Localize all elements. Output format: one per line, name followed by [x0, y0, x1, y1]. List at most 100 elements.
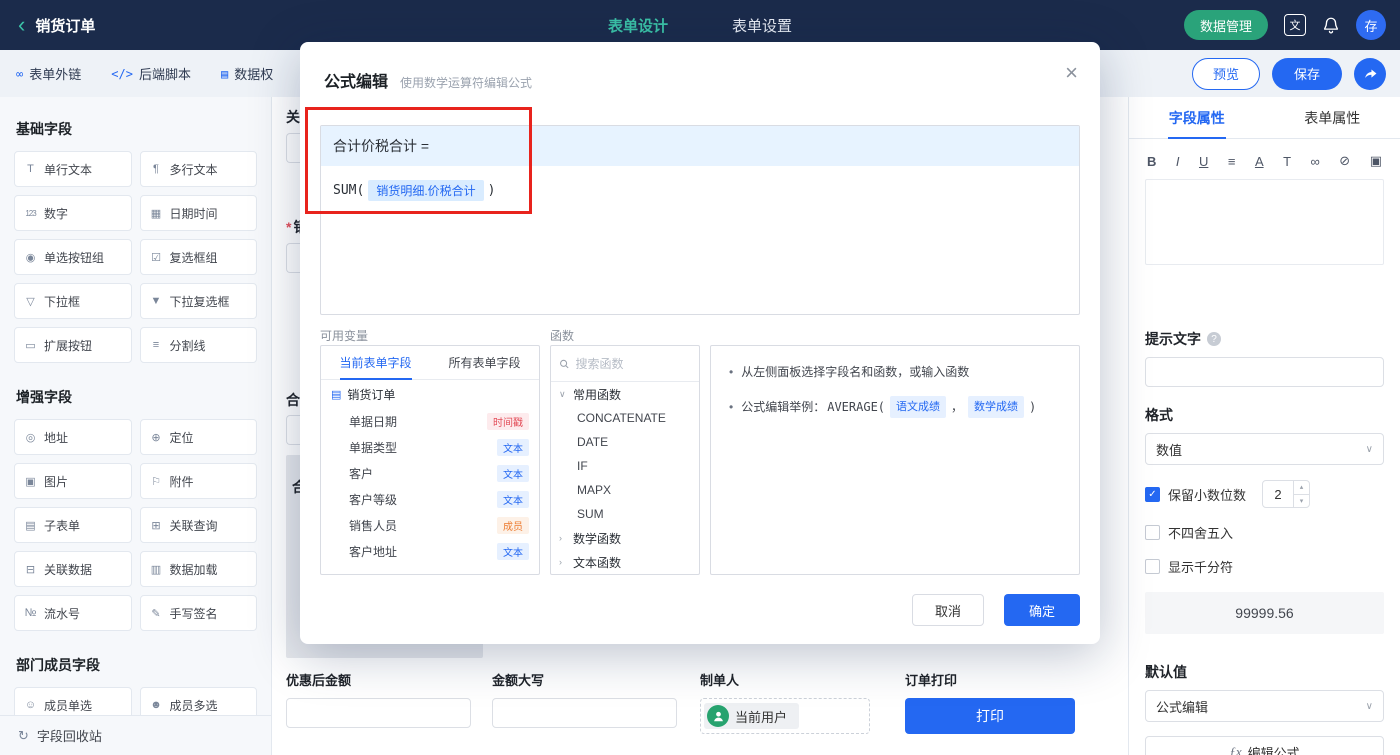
- help-icon[interactable]: ?: [1207, 332, 1221, 346]
- field-item-subform[interactable]: ▤子表单: [14, 507, 132, 543]
- font-color-icon[interactable]: A: [1255, 154, 1264, 169]
- insert-link-icon[interactable]: ∞: [1311, 154, 1320, 169]
- field-item-location[interactable]: ⊕定位: [140, 419, 258, 455]
- label-richtext-editor[interactable]: [1145, 179, 1384, 265]
- function-item[interactable]: SUM: [551, 502, 699, 526]
- avatar[interactable]: 存: [1356, 10, 1386, 40]
- field-item-dropdown[interactable]: ▽下拉框: [14, 283, 132, 319]
- decimal-places-value[interactable]: 2: [1263, 481, 1293, 507]
- bold-icon[interactable]: B: [1147, 154, 1156, 169]
- partial-input[interactable]: [286, 415, 301, 445]
- save-button[interactable]: 保存: [1272, 58, 1342, 90]
- format-select[interactable]: 数值 ∨: [1145, 433, 1384, 465]
- underline-icon[interactable]: U: [1199, 154, 1208, 169]
- single-line-text-icon: T: [23, 163, 38, 175]
- default-value-select[interactable]: 公式编辑 ∨: [1145, 690, 1384, 722]
- form-external-link[interactable]: ∞表单外链: [16, 64, 81, 83]
- thousand-separator-checkbox[interactable]: [1145, 559, 1160, 574]
- field-item-image[interactable]: ▣图片: [14, 463, 132, 499]
- no-rounding-checkbox[interactable]: [1145, 525, 1160, 540]
- variable-row[interactable]: 销售人员成员: [321, 512, 539, 538]
- tab-form-design[interactable]: 表单设计: [608, 15, 668, 36]
- stepper-up-icon[interactable]: ▴: [1294, 481, 1309, 495]
- hint-text-input[interactable]: [1145, 357, 1384, 387]
- formula-expression[interactable]: SUM( 销货明细.价税合计 ): [321, 166, 1079, 215]
- align-icon[interactable]: ≡: [1228, 154, 1236, 169]
- partial-input[interactable]: [286, 133, 301, 163]
- field-item-related-query[interactable]: ⊞关联查询: [140, 507, 258, 543]
- functions-label: 函数: [550, 327, 574, 344]
- field-item-radio-group[interactable]: ◉单选按钮组: [14, 239, 132, 275]
- print-button[interactable]: 打印: [905, 698, 1075, 734]
- decimal-places-checkbox[interactable]: ✓: [1145, 487, 1160, 502]
- function-item[interactable]: IF: [551, 454, 699, 478]
- amount-in-words-input[interactable]: [492, 698, 677, 728]
- share-button[interactable]: [1354, 58, 1386, 90]
- tab-current-form-fields[interactable]: 当前表单字段: [321, 346, 430, 379]
- variable-row[interactable]: 客户地址文本: [321, 538, 539, 564]
- confirm-button[interactable]: 确定: [1004, 594, 1080, 626]
- cancel-button[interactable]: 取消: [912, 594, 984, 626]
- tab-form-properties[interactable]: 表单属性: [1265, 97, 1400, 138]
- stepper-down-icon[interactable]: ▾: [1294, 495, 1309, 508]
- field-item-address[interactable]: ◎地址: [14, 419, 132, 455]
- field-item-datetime[interactable]: ▦日期时间: [140, 195, 258, 231]
- function-group-text[interactable]: ›文本函数: [551, 550, 699, 574]
- tab-all-form-fields[interactable]: 所有表单字段: [430, 346, 539, 379]
- font-size-icon[interactable]: T: [1283, 154, 1291, 169]
- field-item-checkbox-group[interactable]: ☑复选框组: [140, 239, 258, 275]
- remove-link-icon[interactable]: ⊘: [1339, 153, 1350, 169]
- function-item[interactable]: DATE: [551, 430, 699, 454]
- insert-image-icon[interactable]: ▣: [1370, 153, 1382, 169]
- function-search-input[interactable]: [576, 357, 692, 371]
- language-icon[interactable]: 文: [1284, 14, 1306, 36]
- field-item-dropdown-multi[interactable]: ▼下拉复选框: [140, 283, 258, 319]
- field-type-tag: 成员: [497, 517, 529, 534]
- back-button[interactable]: ‹ 销货订单: [0, 14, 95, 36]
- function-group-math[interactable]: ›数学函数: [551, 526, 699, 550]
- app-window: ‹ 销货订单 表单设计 表单设置 数据管理 文 存 ∞表单外链 </>后端脚本 …: [0, 0, 1400, 755]
- function-item[interactable]: CONCATENATE: [551, 406, 699, 430]
- formula-field-chip[interactable]: 销货明细.价税合计: [368, 180, 483, 201]
- field-item-single-line-text[interactable]: T单行文本: [14, 151, 132, 187]
- field-item-data-load[interactable]: ▥数据加载: [140, 551, 258, 587]
- tab-field-properties[interactable]: 字段属性: [1129, 97, 1265, 138]
- italic-icon[interactable]: I: [1176, 154, 1180, 169]
- data-manage-button[interactable]: 数据管理: [1184, 10, 1268, 40]
- field-item-signature[interactable]: ✎手写签名: [140, 595, 258, 631]
- function-item[interactable]: MAPX: [551, 478, 699, 502]
- data-permission-link[interactable]: ▤数据权: [221, 64, 273, 83]
- calendar-icon: ▦: [149, 207, 164, 220]
- close-icon[interactable]: ×: [1065, 62, 1078, 84]
- formula-target-row: 合计价税合计 =: [321, 126, 1079, 166]
- discounted-amount-input[interactable]: [286, 698, 471, 728]
- variable-row[interactable]: 单据日期时间戳: [321, 408, 539, 434]
- field-item-serial-number[interactable]: №流水号: [14, 595, 132, 631]
- creator-member-field[interactable]: 当前用户: [700, 698, 870, 734]
- formula-function-name: SUM(: [333, 183, 364, 198]
- field-item-divider[interactable]: ≡分割线: [140, 327, 258, 363]
- current-user-chip[interactable]: 当前用户: [704, 703, 799, 729]
- chevron-closed-icon: ›: [559, 533, 567, 543]
- variable-row[interactable]: 客户文本: [321, 460, 539, 486]
- field-item-extend-button[interactable]: ▭扩展按钮: [14, 327, 132, 363]
- function-group-common[interactable]: ∨常用函数: [551, 382, 699, 406]
- backend-script-link[interactable]: </>后端脚本: [111, 64, 191, 83]
- field-item-number[interactable]: 123数字: [14, 195, 132, 231]
- partial-input[interactable]: [286, 243, 301, 273]
- field-item-multi-line-text[interactable]: ¶多行文本: [140, 151, 258, 187]
- notification-bell-icon[interactable]: [1322, 16, 1340, 34]
- field-item-related-data[interactable]: ⊟关联数据: [14, 551, 132, 587]
- variable-row[interactable]: 单据类型文本: [321, 434, 539, 460]
- preview-button[interactable]: 预览: [1192, 58, 1260, 90]
- tab-form-settings[interactable]: 表单设置: [732, 15, 792, 36]
- properties-tabs: 字段属性 表单属性: [1129, 97, 1400, 139]
- variables-tree-root[interactable]: ▤ 销货订单: [321, 380, 539, 408]
- field-recycle-bin[interactable]: ↻ 字段回收站: [0, 715, 271, 755]
- variable-row[interactable]: 客户等级文本: [321, 486, 539, 512]
- edit-formula-button[interactable]: ƒx 编辑公式: [1145, 736, 1384, 755]
- example-field-chip: 语文成绩: [890, 396, 946, 418]
- field-item-attachment[interactable]: ⚐附件: [140, 463, 258, 499]
- member-single-icon: ☺: [23, 699, 38, 711]
- formula-editor[interactable]: 合计价税合计 = SUM( 销货明细.价税合计 ): [320, 125, 1080, 315]
